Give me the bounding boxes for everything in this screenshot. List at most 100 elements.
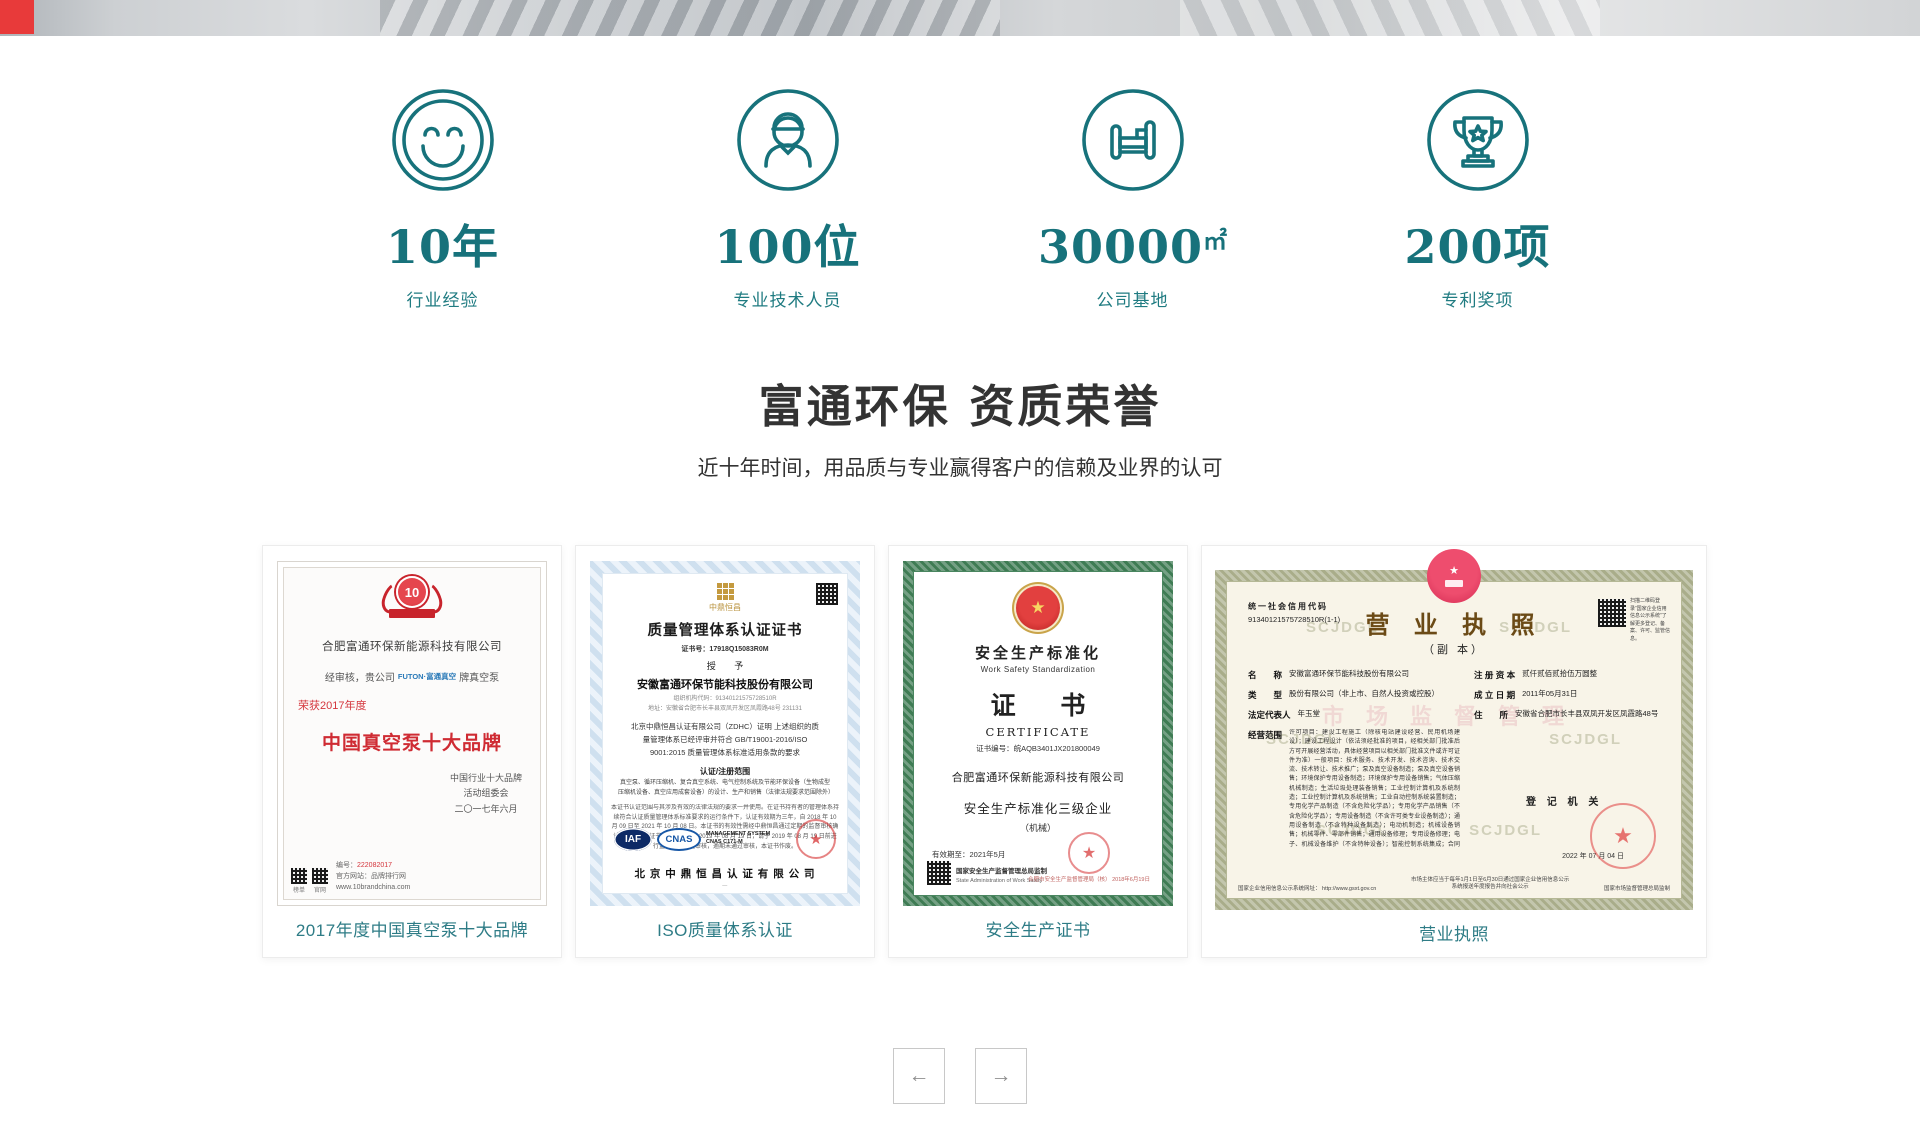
management-system-label: MANAGEMENT SYSTEM CNAS C171-M xyxy=(706,831,770,847)
smiley-face-icon xyxy=(391,88,495,192)
card-caption: 安全生产证书 xyxy=(986,916,1091,941)
field-label: 注 册 资 本 xyxy=(1474,669,1515,681)
certificate-title: 证 书 xyxy=(973,686,1104,722)
stat-company-base: 30000㎡ 公司基地 xyxy=(960,88,1305,311)
stat-label: 公司基地 xyxy=(1097,286,1169,311)
field-row: 名 称 安徽富通环保节能科技股份有限公司 xyxy=(1248,669,1460,681)
footer-center: 市场主体应当于每年1月1日至6月30日通过国家企业信用信息公示系统报送年度报告并… xyxy=(1410,877,1570,892)
field-row: 注 册 资 本 贰仟贰佰贰拾伍万圆整 xyxy=(1474,669,1682,681)
certification-statement: 北京中鼎恒昌认证有限公司（ZDHC）证明 上述组织的质量管理体系已经评审并符合 … xyxy=(630,721,820,759)
stat-number: 10 xyxy=(386,220,452,274)
iso-certificate: 中鼎恒昌 质量管理体系认证证书 证书号：17918Q15083R0M 授 予 安… xyxy=(590,561,860,906)
footer-right: 国家市场监督管理总局监制 xyxy=(1604,884,1670,892)
certificate-card-safety[interactable]: ★ 安全生产标准化 Work Safety Standardization 证 … xyxy=(888,545,1188,958)
field-row: 法定代表人 年玉堂 xyxy=(1248,709,1460,721)
section-subtitle: 近十年时间，用品质与专业赢得客户的信赖及业界的认可 xyxy=(0,452,1920,482)
stat-label: 专业技术人员 xyxy=(734,286,842,311)
license-subtitle: （副 本） xyxy=(1226,641,1682,657)
review-line: 经审核，贵公司 FUTON·富通真空 牌真空泵 xyxy=(325,669,499,684)
stat-value: 10年 xyxy=(386,224,499,270)
award-year: 荣获2017年度 xyxy=(298,697,366,713)
issuer-logo-name: 中鼎恒昌 xyxy=(709,602,741,613)
qr-block: 官网 xyxy=(312,868,328,894)
field-label: 住 所 xyxy=(1474,709,1508,721)
company-stats-row: 10年 行业经验 100位 专业技术人员 30000㎡ 公司基地 xyxy=(270,88,1650,311)
safety-header-en: Work Safety Standardization xyxy=(981,665,1096,674)
footer-left: 国家企业信用信息公示系统网址： http://www.gsxt.gov.cn xyxy=(1238,884,1376,892)
qr-note: 扫描二维码登录“国家企业信用信息公示系统”了解更多登记、备案、许可、监管信息。 xyxy=(1630,598,1670,643)
awarded-company: 合肥富通环保新能源科技有限公司 xyxy=(322,638,502,654)
top-banner-edge xyxy=(0,0,1920,36)
prev-arrow-button[interactable]: ← xyxy=(893,1048,945,1104)
stat-number: 200 xyxy=(1404,220,1503,274)
stat-value: 100位 xyxy=(714,224,860,270)
org-address-line: 地址：安徽省合肥市长丰县双凤开发区凤霞路48号 231131 xyxy=(615,705,835,715)
red-seal-icon: ★ xyxy=(1068,832,1110,874)
stat-patents: 200项 专利奖项 xyxy=(1305,88,1650,311)
stat-technicians: 100位 专业技术人员 xyxy=(615,88,960,311)
scope-title: 认证/注册范围 xyxy=(700,766,750,777)
field-label: 名 称 xyxy=(1248,669,1282,681)
certificate-footnote: — xyxy=(603,883,847,889)
scope-text: 真空泵、循环压缩机、复合真空系统、电气控制系统及节能环保设备（生物成型压缩机设备… xyxy=(618,779,832,798)
qr-code-icon xyxy=(1598,599,1626,627)
banner-texture xyxy=(1180,0,1600,36)
red-corner-widget[interactable] xyxy=(0,0,34,34)
field-label: 类 型 xyxy=(1248,689,1282,701)
banner-texture xyxy=(380,0,1000,36)
license-footer: 国家企业信用信息公示系统网址： http://www.gsxt.gov.cn 市… xyxy=(1238,877,1670,892)
mgmt-line: CNAS C171-M xyxy=(706,839,770,847)
stat-label: 专利奖项 xyxy=(1442,286,1514,311)
stamp-note: 合肥市安全生产监督管理局（核） 2018年6月19日 xyxy=(1028,875,1150,883)
certificate-number: 证书编号：皖AQB3401JX201800049 xyxy=(976,743,1100,754)
stat-unit: 年 xyxy=(452,220,499,274)
card-caption: 营业执照 xyxy=(1419,920,1489,945)
award-title: 中国真空泵十大品牌 xyxy=(322,728,502,755)
next-arrow-button[interactable]: → xyxy=(975,1048,1027,1104)
serial-block: 编号：222082017 官方网站：品牌排行网 www.10brandchina… xyxy=(336,861,410,894)
field-row: 类 型 股份有限公司（非上市、自然人投资或控股） xyxy=(1248,689,1460,701)
certification-grade: 安全生产标准化三级企业 xyxy=(964,798,1113,817)
certificate-card-license[interactable]: SCJDGL SCJDGL SCJDGL SCJDGL SCJDGL SCJDG… xyxy=(1201,545,1707,958)
trophy-icon xyxy=(1426,88,1530,192)
certificate-title: 质量管理体系认证证书 xyxy=(648,619,803,640)
certificate-card-brand-award[interactable]: 10 合肥富通环保新能源科技有限公司 经审核，贵公司 FUTON·富通真空 牌真… xyxy=(262,545,562,958)
committee-line: 中国行业十大品牌 xyxy=(450,771,522,786)
issuer-full-name: 北 京 中 鼎 恒 昌 认 证 有 限 公 司 xyxy=(603,866,847,881)
issuer-logo-icon xyxy=(717,583,734,600)
field-row: 经营范围 许可项目：建设工程施工（除核电站建设经营、民用机场建设）；建设工程设计… xyxy=(1248,729,1460,847)
watermark: SCJDGL xyxy=(1469,822,1542,839)
national-emblem-icon: ★ xyxy=(1427,549,1481,603)
qr-code-icon xyxy=(291,868,307,884)
award-medal-icon: 10 xyxy=(377,576,447,622)
section-title: 富通环保 资质荣誉 xyxy=(0,370,1920,435)
medal-ribbon xyxy=(389,609,435,618)
business-scope: 许可项目：建设工程施工（除核电站建设经营、民用机场建设）；建设工程设计（依法须经… xyxy=(1289,729,1460,847)
committee-line: 活动组委会 xyxy=(450,786,522,801)
certificate-footer: 榜单 官网 编号：222082017 官方网站：品牌排行网 www.10bran… xyxy=(291,861,410,894)
factory-base-icon xyxy=(1081,88,1185,192)
field-value: 安徽富通环保节能科技股份有限公司 xyxy=(1289,669,1409,681)
field-value: 股份有限公司（非上市、自然人投资或控股） xyxy=(1289,689,1439,701)
field-row: 住 所 安徽省合肥市长丰县双凤开发区凤霞路48号 xyxy=(1474,709,1682,721)
stat-label: 行业经验 xyxy=(407,286,479,311)
field-value: 年玉堂 xyxy=(1298,709,1321,721)
emblem-star: ★ xyxy=(1449,566,1459,577)
field-label: 成 立 日 期 xyxy=(1474,689,1515,701)
field-value: 2011年05月31日 xyxy=(1522,689,1577,701)
national-emblem-icon: ★ xyxy=(1016,586,1060,630)
stat-number: 100 xyxy=(714,220,813,274)
license-paper: SCJDGL SCJDGL SCJDGL SCJDGL SCJDGL SCJDG… xyxy=(1226,581,1682,899)
stat-industry-experience: 10年 行业经验 xyxy=(270,88,615,311)
license-right-fields: 注 册 资 本 贰仟贰佰贰拾伍万圆整 成 立 日 期 2011年05月31日 住… xyxy=(1474,669,1682,729)
watermark: SCJDGL xyxy=(1549,731,1622,748)
certificate-card-iso[interactable]: 中鼎恒昌 质量管理体系认证证书 证书号：17918Q15083R0M 授 予 安… xyxy=(575,545,875,958)
qr-code-icon xyxy=(927,861,951,885)
brand-award-certificate: 10 合肥富通环保新能源科技有限公司 经审核，贵公司 FUTON·富通真空 牌真… xyxy=(277,561,547,906)
stat-number: 30000 xyxy=(1038,220,1203,274)
qr-label: 官网 xyxy=(314,885,326,894)
org-code-line: 组织机构代码：91340121575728510R xyxy=(615,695,835,705)
field-row: 成 立 日 期 2011年05月31日 xyxy=(1474,689,1682,701)
stat-unit: 项 xyxy=(1504,220,1551,274)
iso-certificate-paper: 中鼎恒昌 质量管理体系认证证书 证书号：17918Q15083R0M 授 予 安… xyxy=(602,573,848,894)
